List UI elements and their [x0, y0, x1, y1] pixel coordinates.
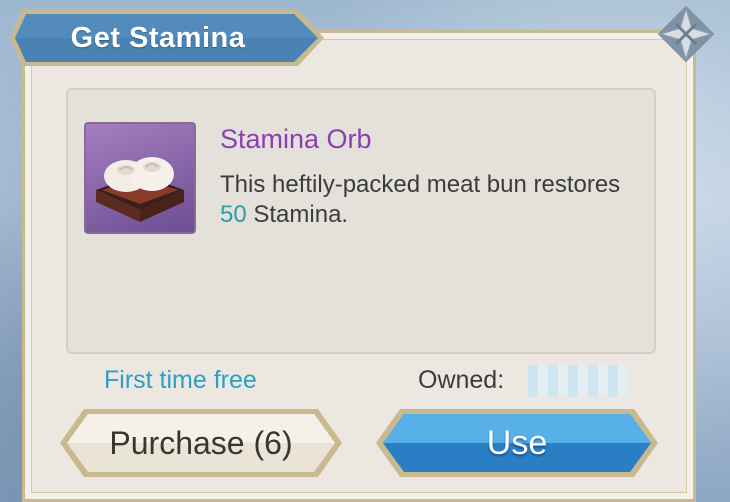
close-button[interactable]: [656, 4, 716, 64]
close-star-icon: [657, 5, 715, 63]
owned-value: [528, 365, 628, 397]
use-button-label: Use: [486, 423, 548, 462]
item-description-suffix: Stamina.: [246, 201, 349, 228]
item-description: This heftily-packed meat bun restores 50…: [220, 170, 640, 230]
purchase-button[interactable]: Purchase (6): [58, 405, 344, 481]
item-name: Stamina Orb: [220, 124, 372, 154]
owned-label: Owned:: [418, 366, 505, 394]
dialog-title: Get Stamina: [70, 21, 246, 54]
purchase-button-label: Purchase (6): [109, 424, 293, 461]
item-icon: [84, 122, 196, 234]
stamina-amount: 50: [220, 201, 247, 228]
item-description-text: This heftily-packed meat bun restores: [220, 171, 621, 198]
first-time-free-label: First time free: [104, 366, 257, 394]
meat-bun-icon: [96, 157, 184, 222]
use-button[interactable]: Use: [374, 405, 660, 481]
dialog-title-tab: Get Stamina: [8, 8, 328, 68]
